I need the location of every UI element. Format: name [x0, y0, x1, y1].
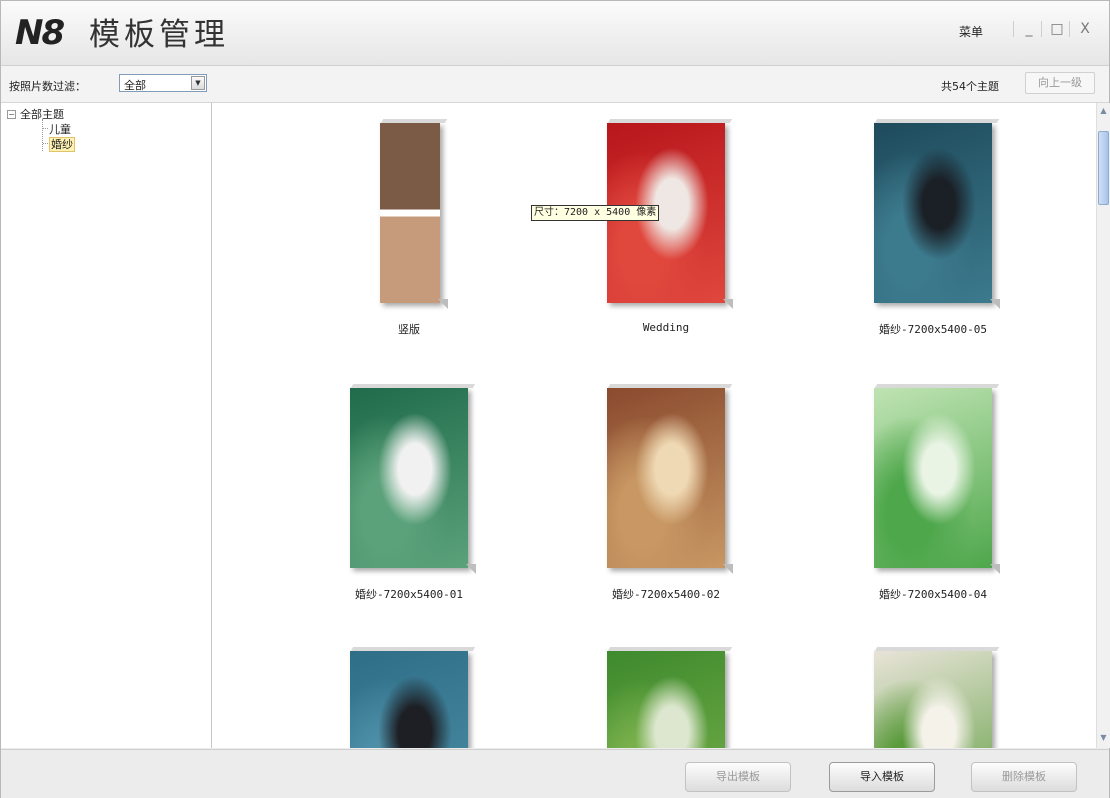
page-edge: [874, 119, 1000, 123]
template-caption: 婚纱-7200x5400-01: [354, 588, 464, 601]
maximize-icon[interactable]: □: [1047, 19, 1067, 39]
filter-toolbar: 按照片数过滤： 全部 ▼ 共54个主题 向上一级: [1, 66, 1109, 103]
tree-item-wedding[interactable]: 婚纱: [43, 136, 75, 152]
template-caption: Wedding: [642, 321, 690, 334]
scrollbar-thumb[interactable]: [1098, 131, 1109, 205]
page-edge: [350, 647, 476, 651]
separator: [1041, 21, 1042, 37]
template-caption: 婚纱-7200x5400-04: [878, 588, 988, 601]
up-level-button[interactable]: 向上一级: [1025, 72, 1095, 94]
template-manager-window: N8 模板管理 菜单 _ □ X 按照片数过滤： 全部 ▼ 共54个主题 向上一…: [0, 0, 1110, 798]
filter-label: 按照片数过滤：: [9, 80, 86, 93]
size-tooltip: 尺寸：7200 x 5400 像素: [531, 205, 660, 221]
template-caption: 婚纱-7200x5400-05: [878, 323, 988, 336]
separator: [1069, 21, 1070, 37]
tree-item-children[interactable]: 儿童: [43, 121, 71, 137]
footer-bar: 导出模板 导入模板 删除模板: [1, 749, 1109, 798]
template-cover-image[interactable]: [350, 384, 476, 574]
page-edge: [350, 384, 476, 388]
page-edge: [380, 119, 448, 123]
template-cover-image[interactable]: [874, 119, 1000, 309]
separator: [1013, 21, 1014, 37]
theme-tree: − 全部主题 儿童 婚纱: [1, 103, 212, 748]
template-gallery: 竖版 Wedding 婚纱-7200x5400-05 婚纱-7200x5400-01 婚…: [212, 103, 1096, 748]
collapse-icon[interactable]: −: [7, 110, 16, 119]
page-edge: [607, 384, 733, 388]
delete-template-button[interactable]: 删除模板: [971, 762, 1077, 792]
template-cover-image[interactable]: [607, 384, 733, 574]
scroll-down-icon[interactable]: ▼: [1098, 732, 1109, 744]
photo-count-filter-select[interactable]: 全部 ▼: [119, 74, 207, 92]
template-cover-image[interactable]: [874, 384, 1000, 574]
template-cover-image[interactable]: [350, 647, 476, 748]
template-caption: 婚纱-7200x5400-02: [611, 588, 721, 601]
app-logo: N8: [15, 13, 65, 53]
minimize-icon[interactable]: _: [1019, 19, 1039, 39]
import-template-button[interactable]: 导入模板: [829, 762, 935, 792]
template-cover-image[interactable]: [874, 647, 1000, 748]
window-title: 模板管理: [89, 17, 229, 53]
page-edge: [607, 647, 733, 651]
page-edge: [607, 119, 733, 123]
title-bar: N8 模板管理 菜单 _ □ X: [1, 1, 1109, 66]
close-icon[interactable]: X: [1075, 19, 1095, 39]
vertical-scrollbar[interactable]: ▲ ▼: [1096, 103, 1110, 748]
tree-item-label: 婚纱: [49, 137, 75, 152]
template-caption: 竖版: [398, 323, 420, 336]
chevron-down-icon[interactable]: ▼: [191, 76, 205, 90]
filter-selected-value: 全部: [124, 79, 146, 92]
menu-button[interactable]: 菜单: [959, 23, 983, 40]
page-edge: [874, 647, 1000, 651]
theme-count: 共54个主题: [941, 80, 999, 93]
page-edge: [874, 384, 1000, 388]
template-cover-image[interactable]: [607, 647, 733, 748]
template-cover-image[interactable]: [380, 119, 448, 309]
scroll-up-icon[interactable]: ▲: [1098, 105, 1109, 117]
tree-item-label: 儿童: [49, 123, 71, 136]
export-template-button[interactable]: 导出模板: [685, 762, 791, 792]
tree-root-all-themes[interactable]: − 全部主题: [7, 106, 64, 122]
